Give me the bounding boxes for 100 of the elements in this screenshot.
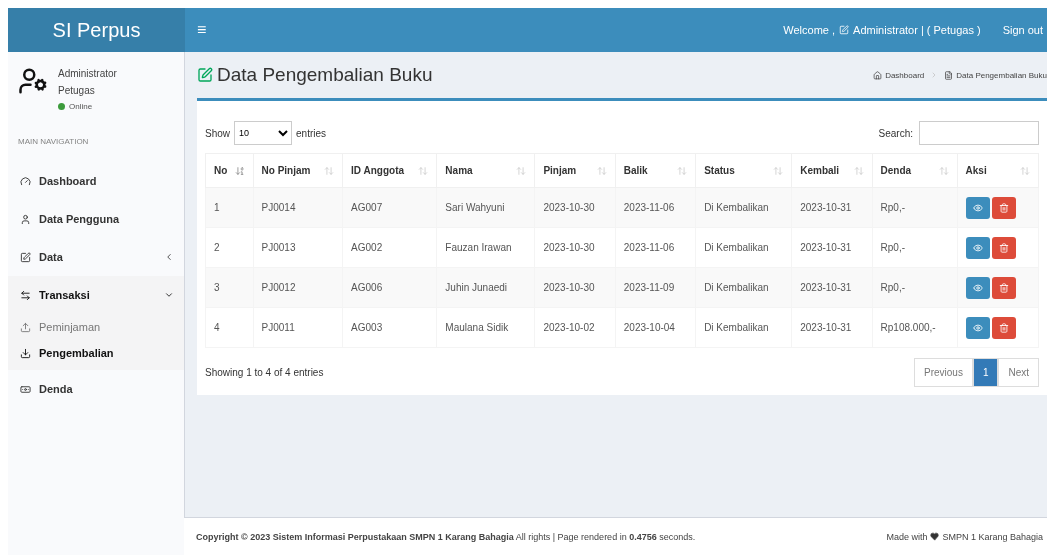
copyright-text: Copyright © 2023 Sistem Informasi Perpustakaan SMPN 1 Karang Bahagia All rights | Page rendered in 0.4756 seconds. [196, 531, 696, 542]
table-cell: 1 [205, 187, 254, 228]
download-icon [20, 347, 31, 359]
trash-icon [998, 202, 1009, 213]
online-status: Online [58, 102, 117, 111]
chevron-left-icon [164, 252, 174, 262]
view-button[interactable] [965, 236, 990, 259]
column-header[interactable]: Kembali [791, 153, 873, 188]
table-cell: PJ0013 [253, 227, 343, 268]
table-cell: Di Kembalikan [695, 187, 792, 228]
column-header[interactable]: No [205, 153, 254, 188]
breadcrumb-link[interactable]: Dashboard [885, 70, 925, 80]
pagination-button[interactable]: 1 [972, 358, 999, 387]
show-label: Show [205, 127, 230, 139]
table-cell: 2023-10-02 [534, 307, 616, 348]
table-cell: 2023-10-04 [615, 307, 696, 348]
sort-icon [596, 165, 607, 176]
column-header[interactable]: Status [695, 153, 792, 188]
edit-icon [839, 25, 850, 35]
menu-toggle[interactable]: ≡ [185, 8, 219, 52]
sidebar-item[interactable]: Dashboard [8, 162, 184, 200]
sidebar-item[interactable]: Data Pengguna [8, 200, 184, 238]
table-cell: 2023-11-09 [615, 267, 696, 308]
table-cell: 2023-10-30 [534, 187, 616, 228]
pagination-button[interactable]: Next [998, 358, 1039, 387]
table-cell: 2023-11-06 [615, 227, 696, 268]
table-cell: 2023-10-31 [791, 267, 873, 308]
made-with-text: Made with [886, 531, 928, 542]
column-header[interactable]: Balik [615, 153, 696, 188]
breadcrumb-link[interactable]: Data Pengembalian Buku [956, 70, 1047, 80]
column-header[interactable]: Denda [872, 153, 958, 188]
author-text: SMPN 1 Karang Bahagia [942, 531, 1043, 542]
table-cell: AG007 [342, 187, 437, 228]
table-cell: 2023-11-06 [615, 187, 696, 228]
table-cell: 2023-10-30 [534, 227, 616, 268]
table-cell: Di Kembalikan [695, 307, 792, 348]
nav-heading: MAIN NAVIGATION [17, 136, 90, 148]
chevron-down-icon [164, 290, 174, 300]
home-icon [873, 70, 883, 80]
sort-icon [324, 165, 335, 176]
eye-icon [972, 282, 983, 293]
search-field[interactable] [919, 121, 1039, 145]
sort-icon [853, 165, 864, 176]
edit-icon [197, 67, 213, 83]
column-header[interactable]: Aksi [957, 153, 1039, 188]
table-info: Showing 1 to 4 of 4 entries [205, 367, 324, 378]
user-name: Administrator | ( Petugas ) [853, 24, 981, 36]
user-avatar-icon [18, 66, 48, 96]
sort-icon [516, 165, 527, 176]
table-cell: AG002 [342, 227, 437, 268]
delete-button[interactable] [991, 236, 1016, 259]
table-cell: Rp0,- [872, 227, 958, 268]
sort-ascending-icon [234, 165, 245, 176]
document-icon [944, 70, 954, 80]
view-button[interactable] [965, 196, 990, 219]
page-size-select[interactable]: 10 [234, 121, 292, 145]
user-name: Administrator [58, 68, 117, 79]
trash-icon [998, 322, 1009, 333]
gauge-icon [20, 175, 31, 187]
column-header[interactable]: Pinjam [534, 153, 616, 188]
table-cell: Juhin Junaedi [436, 267, 535, 308]
table-cell: 2023-10-31 [791, 187, 873, 228]
sidebar-item[interactable]: Denda [8, 370, 184, 408]
sidebar-item[interactable]: Data [8, 238, 184, 276]
page-title: Data Pengembalian Buku [217, 64, 433, 86]
search-label: Search: [878, 127, 913, 139]
table-cell: PJ0011 [253, 307, 343, 348]
sort-icon [938, 165, 949, 176]
column-header[interactable]: ID Anggota [342, 153, 437, 188]
table-cell: 2023-10-30 [534, 267, 616, 308]
table-cell: PJ0012 [253, 267, 343, 308]
table-cell: Di Kembalikan [695, 227, 792, 268]
edit-icon [20, 251, 31, 263]
view-button[interactable] [965, 316, 990, 339]
trash-icon [998, 242, 1009, 253]
table-cell: Rp0,- [872, 267, 958, 308]
delete-button[interactable] [991, 276, 1016, 299]
column-header[interactable]: No Pinjam [253, 153, 343, 188]
sort-icon [1020, 165, 1030, 176]
table-cell: Maulana Sidik [436, 307, 535, 348]
app-logo: SI Perpus [8, 8, 185, 52]
table-cell: Rp0,- [872, 187, 958, 228]
sort-icon [418, 165, 429, 176]
column-header[interactable]: Nama [436, 153, 535, 188]
pagination-button[interactable]: Previous [913, 358, 973, 387]
banknote-icon [20, 383, 31, 395]
delete-button[interactable] [991, 316, 1016, 339]
welcome-text: Welcome , [783, 24, 836, 36]
sign-out-link[interactable]: Sign out [1002, 24, 1043, 36]
submenu-item[interactable]: Pengembalian [8, 340, 184, 366]
sort-icon [677, 165, 688, 176]
delete-button[interactable] [991, 196, 1016, 219]
user-role: Petugas [58, 85, 96, 96]
sort-icon [773, 165, 784, 176]
submenu-item[interactable]: Peminjaman [8, 314, 184, 340]
arrows-icon [20, 289, 31, 301]
view-button[interactable] [965, 276, 990, 299]
table-cell: Sari Wahyuni [436, 187, 535, 228]
table-cell: AG003 [342, 307, 437, 348]
eye-icon [972, 322, 983, 333]
